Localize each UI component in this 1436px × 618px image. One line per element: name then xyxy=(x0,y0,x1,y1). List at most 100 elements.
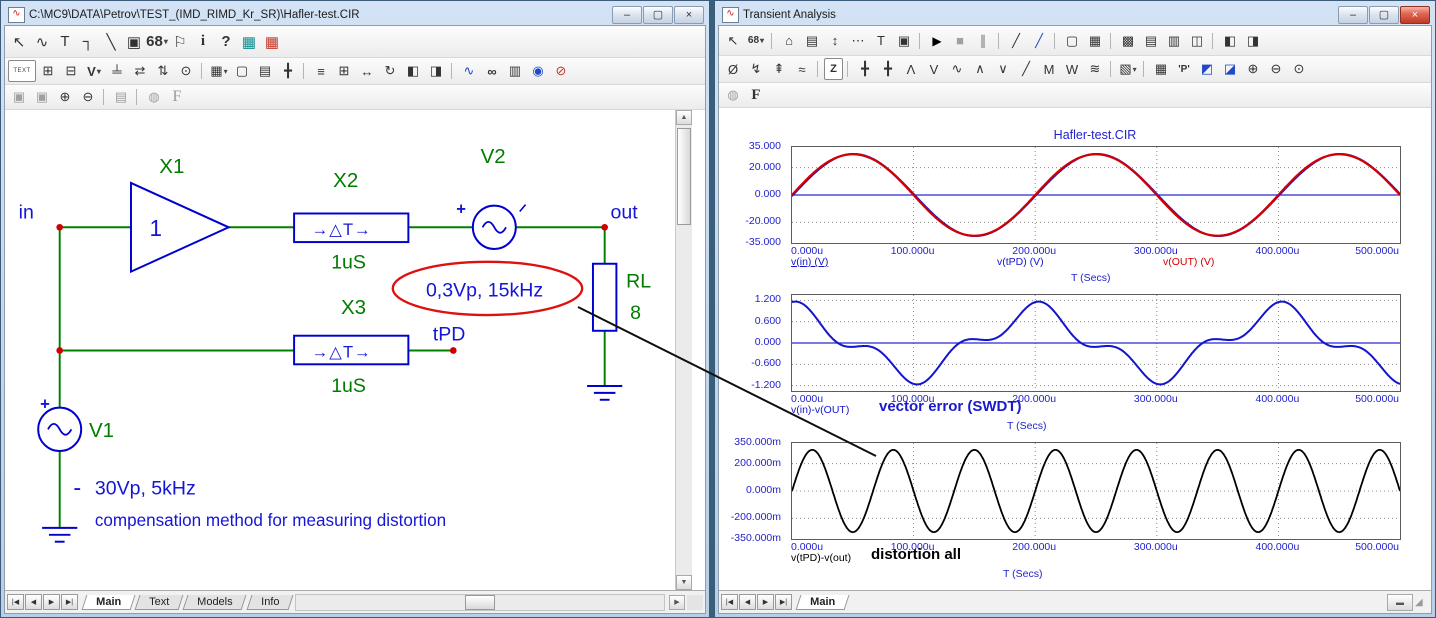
plot-frame[interactable] xyxy=(791,294,1401,392)
globe-icon[interactable]: ◍ xyxy=(143,87,165,107)
trace-label-vtpd[interactable]: v(tPD) (V) xyxy=(997,256,1044,268)
ground-icon[interactable]: ╧ xyxy=(106,61,128,81)
scroll-track[interactable] xyxy=(676,125,692,575)
toolbar-separator[interactable] xyxy=(1212,32,1215,49)
close-button[interactable]: × xyxy=(674,5,704,24)
node-label-in[interactable]: in xyxy=(19,201,34,223)
help-mode-icon[interactable]: ? xyxy=(215,30,237,54)
rotate-icon[interactable]: ↻ xyxy=(379,61,401,81)
tab-nav-button[interactable]: ▶ xyxy=(43,594,60,610)
tab-main[interactable]: Main xyxy=(81,594,136,610)
valley-icon[interactable]: V xyxy=(923,59,945,79)
text-icon[interactable]: T xyxy=(54,30,76,54)
line-icon[interactable]: ╲ xyxy=(100,30,122,54)
schematic-area[interactable]: 1 X1 →△T→ X2 1uS + V2 RL 8 →△T→ X3 1uS +… xyxy=(5,110,705,590)
current-icon[interactable]: ⇄ xyxy=(129,61,151,81)
select-icon[interactable]: ↖ xyxy=(722,31,744,51)
window-cascade-icon[interactable]: ▦ xyxy=(261,30,283,54)
single-pane-icon[interactable]: ▢ xyxy=(1061,31,1083,51)
zoom-fit-icon[interactable]: ⊙ xyxy=(1288,59,1310,79)
go-next-icon[interactable]: ⇞ xyxy=(768,59,790,79)
abort-icon[interactable]: ⊘ xyxy=(550,61,572,81)
zoom-in-icon[interactable]: ⊕ xyxy=(54,87,76,107)
tab-models[interactable]: Models xyxy=(182,594,248,610)
low-icon[interactable]: ∨ xyxy=(992,59,1014,79)
zoom-out-icon[interactable]: ⊖ xyxy=(1265,59,1287,79)
tab-nav-button[interactable]: |◀ xyxy=(721,594,738,610)
trace-label-error[interactable]: v(in)-v(OUT) xyxy=(791,404,849,416)
plot-frame[interactable] xyxy=(791,442,1401,540)
stretch-icon[interactable]: ↔ xyxy=(356,61,378,81)
pin-connections-icon[interactable]: ⊞ xyxy=(37,61,59,81)
retrace-icon[interactable]: ↯ xyxy=(745,59,767,79)
annotation-vector-error[interactable]: vector error (SWDT) xyxy=(879,398,1022,415)
slope-icon[interactable]: ╱ xyxy=(1015,59,1037,79)
delay-x3[interactable]: →△T→ X3 1uS xyxy=(293,296,410,397)
tab-nav-button[interactable]: ◀ xyxy=(25,594,42,610)
flip-y-icon[interactable]: ◨ xyxy=(425,61,447,81)
component-68-icon[interactable]: 68 xyxy=(146,30,168,54)
tag-horizontal-icon[interactable]: ◩ xyxy=(1196,59,1218,79)
v2-params-text[interactable]: 0,3Vp, 15kHz xyxy=(426,279,543,301)
tab-main[interactable]: Main xyxy=(795,594,850,610)
stop-icon[interactable]: ■ xyxy=(949,31,971,51)
cursor-measure-icon[interactable]: ╱ xyxy=(1028,31,1050,51)
scope-icon[interactable]: ⌂ xyxy=(778,31,800,51)
properties-icon[interactable]: ▣ xyxy=(893,31,915,51)
minimize-button[interactable]: – xyxy=(1338,5,1368,24)
trace-label-vin[interactable]: v(in) (V) xyxy=(791,256,828,268)
toolbar-separator[interactable] xyxy=(817,61,820,77)
power-icon[interactable]: ⇅ xyxy=(152,61,174,81)
font-icon[interactable]: F xyxy=(745,85,767,105)
h-scroll-thumb[interactable] xyxy=(465,594,496,610)
vertical-scrollbar[interactable]: ▲ ▼ xyxy=(675,110,692,590)
toolbar-separator[interactable] xyxy=(1143,61,1146,77)
numeric-limits-icon[interactable]: 68 xyxy=(745,31,767,51)
schematic-canvas[interactable]: 1 X1 →△T→ X2 1uS + V2 RL 8 →△T→ X3 1uS +… xyxy=(5,110,675,590)
toolbar-separator[interactable] xyxy=(103,89,106,105)
analysis-titlebar[interactable]: ∿ Transient Analysis – ▢ × xyxy=(718,4,1432,25)
resize-grip-icon[interactable]: ◢ xyxy=(1415,597,1429,608)
trace-label-distortion[interactable]: v(tPD)-v(out) xyxy=(791,552,851,564)
zoom-mode-icon[interactable]: Z xyxy=(824,58,843,80)
delay-x2[interactable]: →△T→ X2 1uS xyxy=(293,169,410,274)
period-icon[interactable]: ≋ xyxy=(1084,59,1106,79)
layout-cols-icon[interactable]: ▥ xyxy=(1163,31,1185,51)
cursor-right-icon[interactable]: ╋ xyxy=(877,59,899,79)
text-icon[interactable]: T xyxy=(870,31,892,51)
toolbar-separator[interactable] xyxy=(451,63,454,79)
tab-nav-button[interactable]: ◀ xyxy=(739,594,756,610)
title-block-icon[interactable]: ▤ xyxy=(254,61,276,81)
condition-icon[interactable]: ⊙ xyxy=(175,61,197,81)
tag-vertical-icon[interactable]: ◪ xyxy=(1219,59,1241,79)
pin-names-icon[interactable]: ⊟ xyxy=(60,61,82,81)
tab-info[interactable]: Info xyxy=(246,594,294,610)
data-table-icon[interactable]: ▦ xyxy=(1150,59,1172,79)
layout-rows-icon[interactable]: ▤ xyxy=(1140,31,1162,51)
toolbar-separator[interactable] xyxy=(998,32,1001,49)
split-vertical-icon[interactable]: ◨ xyxy=(1242,31,1264,51)
crosshair-icon[interactable]: ╋ xyxy=(277,61,299,81)
run-icon[interactable]: ▶ xyxy=(926,31,948,51)
select-icon[interactable]: ↖ xyxy=(8,30,30,54)
source-v2[interactable]: + V2 xyxy=(456,145,527,250)
node-label-tpd[interactable]: tPD xyxy=(433,324,466,346)
text-region-icon[interactable]: TEXT xyxy=(8,60,36,82)
scroll-up-button[interactable]: ▲ xyxy=(676,110,692,125)
border-icon[interactable]: ▢ xyxy=(231,61,253,81)
resistor-rl[interactable]: RL 8 xyxy=(591,262,651,332)
info-icon[interactable]: i xyxy=(192,30,214,54)
v1-params-text[interactable]: 30Vp, 5kHz xyxy=(95,477,196,499)
high-icon[interactable]: ∧ xyxy=(969,59,991,79)
zoom-in-icon[interactable]: ⊕ xyxy=(1242,59,1264,79)
toolbar-separator[interactable] xyxy=(303,63,306,79)
toolbar-separator[interactable] xyxy=(136,89,139,105)
tab-nav-button[interactable]: ▶| xyxy=(61,594,78,610)
copy-page2-icon[interactable]: ▣ xyxy=(31,87,53,107)
toolbar-separator[interactable] xyxy=(1110,61,1113,77)
grid-pane-icon[interactable]: ▦ xyxy=(1084,31,1106,51)
copy-page-icon[interactable]: ▣ xyxy=(8,87,30,107)
window-tile-icon[interactable]: ▦ xyxy=(238,30,260,54)
peak-icon[interactable]: Λ xyxy=(900,59,922,79)
amplifier-x1[interactable]: 1 X1 xyxy=(130,155,232,274)
